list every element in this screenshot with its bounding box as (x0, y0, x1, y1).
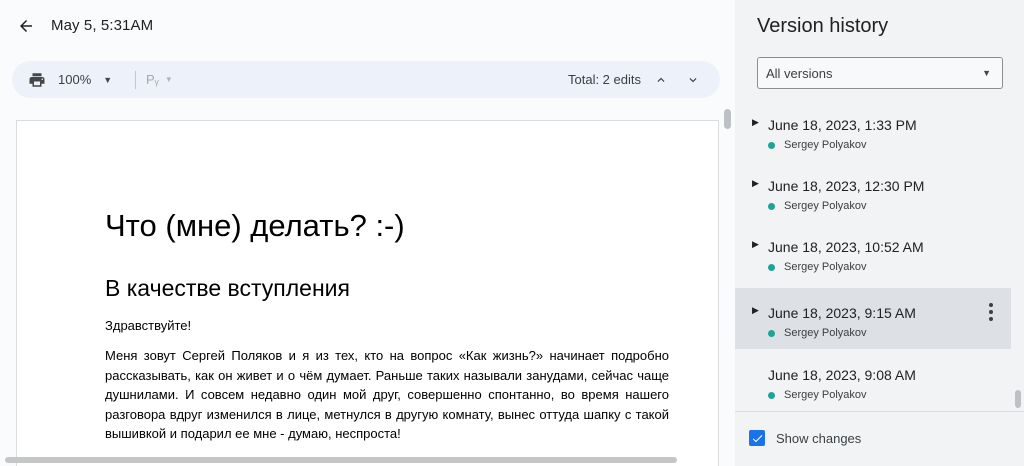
document-heading-1: Что (мне) делать? :-) (105, 208, 405, 243)
more-options-icon[interactable] (983, 301, 999, 323)
chevron-down-icon (689, 77, 697, 82)
version-author: Sergey Polyakov (784, 261, 867, 273)
caret-down-icon: ▼ (164, 75, 173, 84)
version-title: May 5, 5:31AM (51, 17, 154, 34)
panel-title: Version history (757, 15, 889, 37)
panel-divider (735, 411, 1024, 412)
print-icon (29, 72, 45, 87)
version-date: June 18, 2023, 9:15 AM (768, 305, 916, 321)
author-color-dot (768, 142, 775, 149)
print-button[interactable] (26, 61, 48, 98)
version-author: Sergey Polyakov (784, 327, 867, 339)
version-date: June 18, 2023, 12:30 PM (768, 178, 925, 194)
caret-down-icon: ▼ (103, 74, 113, 85)
version-item-selected[interactable]: ▶ June 18, 2023, 9:15 AM Sergey Polyakov (735, 288, 1011, 349)
expand-arrow-icon[interactable]: ▶ (752, 117, 759, 128)
version-history-panel: Version history All versions ▼ ▶ June 18… (735, 0, 1024, 466)
filter-value: All versions (766, 65, 833, 81)
show-changes-toggle[interactable]: Show changes (749, 430, 861, 446)
version-item[interactable]: ▶ June 18, 2023, 1:33 PM Sergey Polyakov (735, 100, 1011, 161)
document-greeting: Здравствуйте! (105, 318, 192, 333)
document-horizontal-scrollbar[interactable] (5, 457, 677, 463)
expand-arrow-icon[interactable]: ▶ (752, 239, 759, 250)
version-date: June 18, 2023, 1:33 PM (768, 117, 917, 133)
version-author: Sergey Polyakov (784, 200, 867, 212)
versions-filter-select[interactable]: All versions ▼ (757, 57, 1003, 89)
styles-icon: Pᵧ (146, 72, 159, 87)
chevron-up-icon (657, 77, 665, 82)
show-changes-checkbox[interactable] (749, 430, 765, 446)
toolbar: 100% ▼ Pᵧ ▼ Total: 2 edits (12, 61, 720, 98)
author-color-dot (768, 330, 775, 337)
author-color-dot (768, 203, 775, 210)
version-author: Sergey Polyakov (784, 389, 867, 401)
version-date: June 18, 2023, 10:52 AM (768, 239, 924, 255)
version-item[interactable]: ▶ June 18, 2023, 10:52 AM Sergey Polyako… (735, 222, 1011, 283)
document-area: May 5, 5:31AM 100% ▼ Pᵧ ▼ Total: 2 edits… (0, 0, 735, 466)
zoom-select[interactable]: 100% ▼ (58, 61, 112, 98)
expand-arrow-icon[interactable]: ▶ (752, 305, 759, 316)
top-bar: May 5, 5:31AM (0, 0, 735, 54)
checkmark-icon (752, 434, 762, 442)
version-author: Sergey Polyakov (784, 139, 867, 151)
show-changes-label: Show changes (776, 430, 862, 446)
document-vertical-scrollbar[interactable] (724, 109, 731, 129)
version-item[interactable]: June 18, 2023, 9:08 AM Sergey Polyakov (735, 350, 1011, 410)
document-heading-2: В качестве вступления (105, 275, 350, 301)
author-color-dot (768, 264, 775, 271)
author-color-dot (768, 392, 775, 399)
next-edit-button[interactable] (682, 61, 704, 98)
version-list: ▶ June 18, 2023, 1:33 PM Sergey Polyakov… (735, 100, 1011, 410)
total-edits: Total: 2 edits (568, 72, 641, 87)
styles-select: Pᵧ ▼ (146, 61, 173, 98)
toolbar-divider (135, 71, 136, 89)
previous-edit-button[interactable] (650, 61, 672, 98)
version-date: June 18, 2023, 9:08 AM (768, 367, 916, 383)
caret-down-icon: ▼ (982, 68, 991, 78)
version-item[interactable]: ▶ June 18, 2023, 12:30 PM Sergey Polyako… (735, 161, 1011, 222)
document-paragraph: Меня зовут Сергей Поляков и я из тех, кт… (105, 348, 669, 441)
arrow-back-icon (20, 20, 32, 32)
back-button[interactable] (12, 12, 40, 40)
document-page: Что (мне) делать? :-) В качестве вступле… (16, 120, 719, 466)
expand-arrow-icon[interactable]: ▶ (752, 178, 759, 189)
panel-scrollbar[interactable] (1015, 390, 1021, 408)
zoom-value: 100% (58, 72, 92, 87)
